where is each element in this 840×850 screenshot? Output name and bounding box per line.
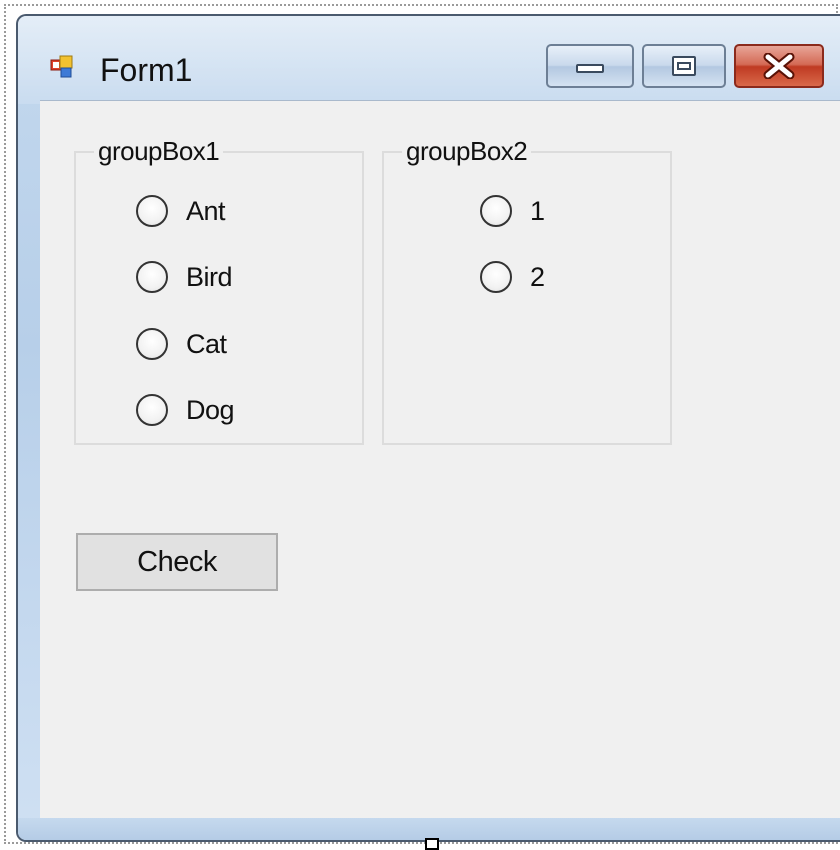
radio-circle-icon [480,195,512,227]
radio-1-label: 1 [530,195,545,226]
close-button[interactable] [734,44,824,88]
group-box-1: groupBox1 Ant Bird Cat Dog [74,135,364,445]
radio-cat-label: Cat [186,328,227,359]
form-window-icon [50,55,73,78]
maximize-icon [672,56,696,76]
radio-dog-label: Dog [186,394,235,425]
form-client-area: groupBox1 Ant Bird Cat Dog groupBox2 1 2… [40,100,840,823]
check-button[interactable]: Check [76,533,278,591]
group-box-2: groupBox2 1 2 [382,135,672,445]
minimize-button[interactable] [546,44,634,88]
radio-ant-label: Ant [186,195,226,226]
radio-circle-icon [136,195,168,227]
designer-resize-handle[interactable] [425,838,439,850]
radio-circle-icon [136,328,168,360]
designer-surface: Form1 groupBox1 Ant Bird Cat Dog groupBo… [0,0,840,850]
radio-ant[interactable]: Ant [136,191,226,231]
close-icon [763,53,795,79]
window-bottom-border [18,818,840,840]
radio-circle-icon [136,394,168,426]
form-window: Form1 groupBox1 Ant Bird Cat Dog groupBo… [16,14,840,842]
radio-bird-label: Bird [186,261,233,292]
minimize-icon [576,64,604,73]
radio-bird[interactable]: Bird [136,257,233,297]
maximize-button[interactable] [642,44,726,88]
title-bar[interactable]: Form1 [18,16,840,100]
group-box-1-title: groupBox1 [94,135,224,167]
radio-dog[interactable]: Dog [136,390,235,430]
radio-circle-icon [480,261,512,293]
radio-cat[interactable]: Cat [136,324,227,364]
window-title: Form1 [100,52,193,88]
radio-1[interactable]: 1 [480,191,545,231]
radio-2[interactable]: 2 [480,257,545,297]
radio-circle-icon [136,261,168,293]
group-box-2-title: groupBox2 [402,135,532,167]
radio-2-label: 2 [530,261,545,292]
